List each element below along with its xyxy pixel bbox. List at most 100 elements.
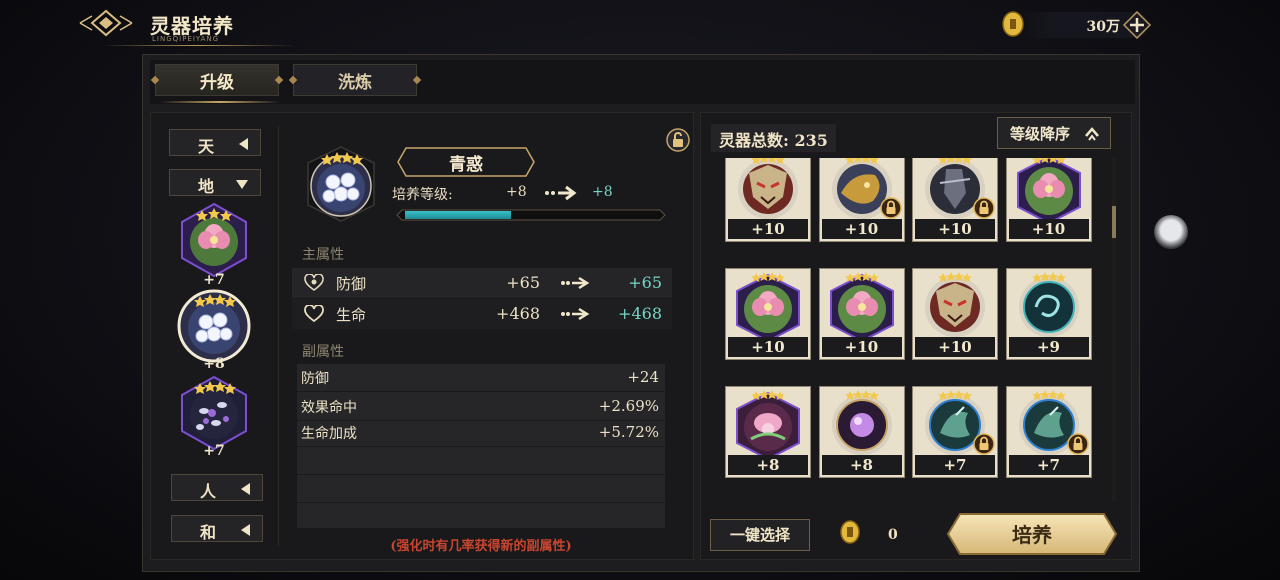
dragon-mask-art xyxy=(925,272,985,337)
level-current: +8 xyxy=(506,184,527,200)
column-divider xyxy=(278,126,279,546)
artifact-card[interactable]: +10 xyxy=(818,158,905,242)
artifact-card-level: +10 xyxy=(821,337,902,357)
sub-stat-name: 生命加成 xyxy=(301,426,357,442)
lock-toggle-icon[interactable] xyxy=(666,128,690,152)
artifact-card-level: +10 xyxy=(728,219,808,239)
pink-lotus-art xyxy=(1016,158,1081,219)
sub-stat-name: 防御 xyxy=(301,371,329,387)
sub-stat-value: +5.72% xyxy=(598,423,659,441)
sort-button[interactable]: 等级降序 xyxy=(997,117,1111,149)
selected-artifact-icon xyxy=(307,146,375,222)
currency-amount: 30万 xyxy=(1086,19,1120,35)
grade-label: 天 xyxy=(198,137,215,156)
artifact-card[interactable]: +7 xyxy=(1005,386,1092,478)
sub-stat-row: 效果命中 +2.69% xyxy=(297,393,665,421)
main-stats-label: 主属性 xyxy=(302,247,344,263)
artifact-card[interactable]: +10 xyxy=(818,268,905,360)
grade-item-level: +8 xyxy=(203,356,225,372)
artifact-card[interactable]: +7 xyxy=(912,386,998,478)
artifact-card[interactable]: +10 xyxy=(725,158,811,242)
artifact-card[interactable]: +10 xyxy=(1005,158,1092,242)
artifact-card[interactable]: +10 xyxy=(912,268,998,360)
sort-label: 等级降序 xyxy=(1010,125,1071,143)
grade-item-purple-petals[interactable] xyxy=(176,375,252,451)
title-underline xyxy=(100,45,295,46)
tab-upgrade[interactable]: 升级 xyxy=(155,64,279,96)
artifact-card[interactable]: +10 xyxy=(912,158,998,242)
level-progress-fill xyxy=(405,211,511,219)
lock-icon xyxy=(879,197,902,219)
artifact-card[interactable]: +8 xyxy=(818,386,905,478)
arrow-right-icon xyxy=(561,307,590,321)
artifact-card-level: +8 xyxy=(821,455,902,475)
sort-up-icon xyxy=(1085,127,1099,141)
pink-lotus-art xyxy=(736,272,800,337)
main-stat-current: +468 xyxy=(496,304,540,323)
artifact-total: 灵器总数: 235 xyxy=(711,124,836,152)
add-currency-button[interactable] xyxy=(1122,10,1152,40)
main-stat-name: 生命 xyxy=(336,306,367,324)
purple-orb-art xyxy=(831,390,892,455)
main-stat-row: 防御 +65 +65 xyxy=(292,268,672,298)
main-stat-next: +65 xyxy=(628,273,662,292)
arrow-right-icon xyxy=(545,185,577,201)
triangle-left-icon xyxy=(239,138,248,150)
dragon-mask-art xyxy=(738,158,798,219)
coin-icon xyxy=(840,520,860,544)
sub-stat-row: 防御 +24 xyxy=(297,364,665,392)
grid-scroll-thumb[interactable] xyxy=(1112,206,1116,238)
cultivate-label: 培养 xyxy=(1012,523,1052,547)
artifact-grid[interactable]: +10 +10 +10 +10 +10 +10 +10 +9 +8 +8 +7 +7 xyxy=(708,158,1112,504)
triangle-left-icon xyxy=(241,483,250,495)
grade-item-level: +7 xyxy=(203,272,225,288)
lock-icon xyxy=(973,197,995,219)
grade-label: 和 xyxy=(200,523,217,542)
triangle-left-icon xyxy=(241,524,250,536)
sub-stat-row-empty xyxy=(297,503,665,531)
pink-lotus-art xyxy=(829,272,894,337)
artifact-card[interactable]: +10 xyxy=(725,268,811,360)
sub-stat-value: +2.69% xyxy=(598,397,659,415)
grade-he-button[interactable]: 和 xyxy=(171,515,263,542)
emblem-icon xyxy=(79,9,133,37)
main-stat-current: +65 xyxy=(506,273,540,292)
main-stat-next: +468 xyxy=(618,304,662,323)
artifact-name: 青惑 xyxy=(449,155,483,175)
sub-stat-row: 生命加成 +5.72% xyxy=(297,419,665,447)
pink-bloom-art xyxy=(736,390,800,455)
artifact-card-level: +9 xyxy=(1008,337,1089,357)
grade-tian-button[interactable]: 天 xyxy=(169,129,261,156)
artifact-card-level: +8 xyxy=(728,455,808,475)
grade-item-level: +7 xyxy=(203,443,225,459)
shield-heart-icon xyxy=(304,274,324,291)
artifact-card-level: +10 xyxy=(821,219,902,239)
tab-refine[interactable]: 洗炼 xyxy=(293,64,417,96)
triangle-down-icon xyxy=(236,180,248,189)
grade-ren-button[interactable]: 人 xyxy=(171,474,263,501)
grade-di-button[interactable]: 地 xyxy=(169,169,261,196)
auto-select-button[interactable]: 一键选择 xyxy=(710,519,810,551)
coin-icon xyxy=(1002,11,1024,37)
cultivate-cost: 0 xyxy=(888,527,898,543)
top-bar: 灵器培养 LINGQIPEIYANG 30万 xyxy=(0,0,1280,48)
active-tab-indicator xyxy=(160,101,280,103)
lock-icon xyxy=(1066,433,1089,455)
heart-icon xyxy=(304,305,324,323)
grade-label: 地 xyxy=(198,177,215,196)
artifact-card-level: +10 xyxy=(915,337,995,357)
floating-assistive-ball[interactable] xyxy=(1154,215,1188,249)
lock-icon xyxy=(973,433,995,455)
artifact-card-level: +7 xyxy=(1008,455,1089,475)
artifact-card[interactable]: +9 xyxy=(1005,268,1092,360)
artifact-card-level: +10 xyxy=(728,337,808,357)
level-next: +8 xyxy=(592,184,613,200)
level-label: 培养等级: xyxy=(392,187,453,203)
artifact-card[interactable]: +8 xyxy=(725,386,811,478)
grade-item-white-flower-selected[interactable] xyxy=(176,288,252,364)
blue-swirl-art xyxy=(1018,272,1079,337)
refine-hint: (强化时有几率获得新的副属性) xyxy=(390,539,572,554)
grade-label: 人 xyxy=(200,482,217,501)
grade-item-lotus[interactable] xyxy=(176,202,252,278)
sub-stat-name: 效果命中 xyxy=(301,400,357,416)
